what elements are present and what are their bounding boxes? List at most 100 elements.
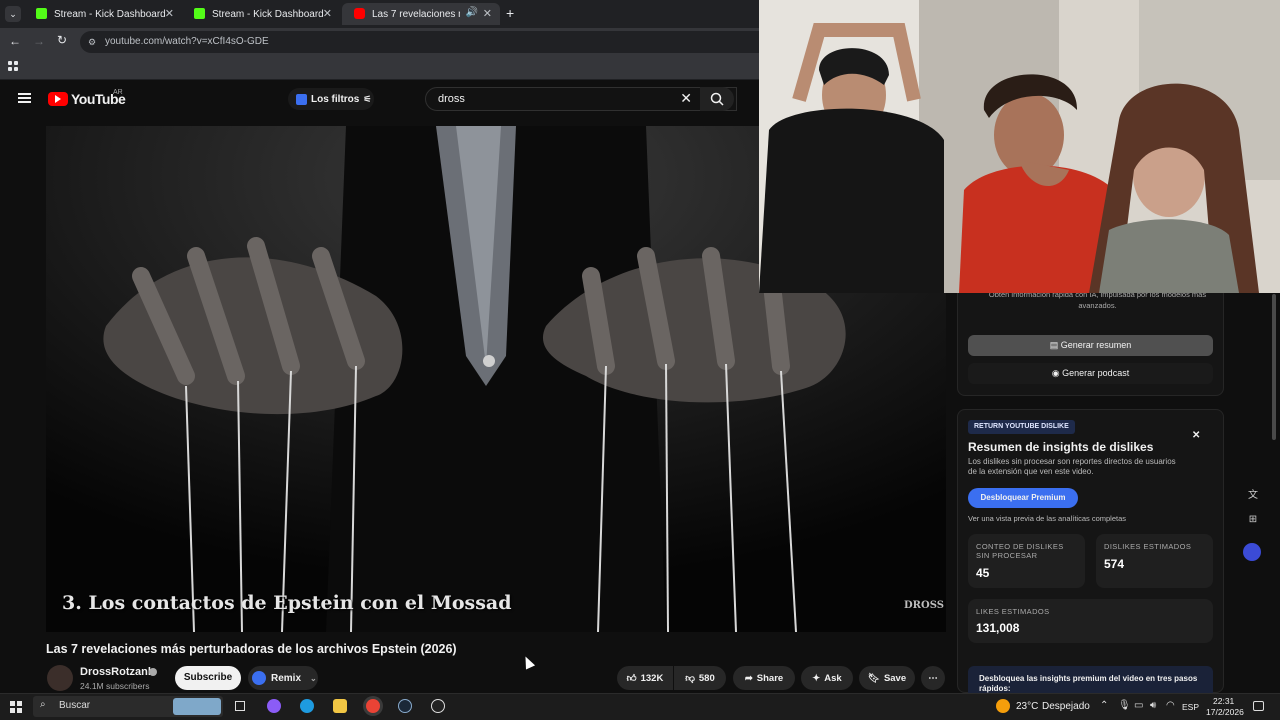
- tab-search-button[interactable]: ⌄: [5, 6, 21, 22]
- premium-steps-box: Desbloquea las insights premium del vide…: [968, 666, 1213, 694]
- generate-podcast-label: Generar podcast: [1062, 368, 1130, 378]
- channel-watermark: DROSS: [904, 600, 944, 611]
- ask-button[interactable]: ✦ Ask: [801, 666, 853, 690]
- language-indicator[interactable]: ESP: [1182, 702, 1199, 712]
- search-value: dross: [438, 93, 465, 105]
- kick-icon: [194, 8, 205, 19]
- weather-temp[interactable]: 23°C: [1016, 701, 1038, 712]
- ryd-description: Los dislikes sin procesar son reportes d…: [968, 457, 1176, 476]
- filters-label: Los filtros: [311, 93, 360, 105]
- dislike-count: 580: [698, 672, 715, 684]
- chevron-down-icon: ⌄: [310, 673, 317, 683]
- windows-start-icon[interactable]: [10, 701, 22, 713]
- bookmark-icon: 🔖︎: [867, 672, 880, 684]
- dislike-button[interactable]: 👎︎ 580: [674, 666, 726, 690]
- new-tab-button[interactable]: +: [506, 5, 514, 21]
- share-arrow-icon: ➦: [744, 672, 753, 684]
- tab-label: Stream - Kick Dashboard: [54, 8, 166, 20]
- weather-icon[interactable]: [996, 699, 1010, 713]
- more-horizontal-icon: ⋯: [928, 672, 938, 684]
- sliders-icon: ⚟: [363, 93, 372, 104]
- like-button[interactable]: 👍︎ 132K: [617, 666, 673, 690]
- channel-name[interactable]: DrossRotzank: [80, 666, 154, 678]
- generate-podcast-button[interactable]: ◉ Generar podcast: [968, 363, 1213, 384]
- edge-icon[interactable]: [300, 699, 314, 713]
- verified-check-icon: [149, 668, 157, 676]
- chrome-icon[interactable]: [366, 699, 380, 713]
- translate-icon[interactable]: 文: [1245, 486, 1261, 502]
- video-title: Las 7 revelaciones más perturbadoras de …: [46, 642, 457, 656]
- close-tab-icon[interactable]: ✕: [165, 7, 174, 20]
- webcam-overlay: [759, 0, 1280, 293]
- clock-time[interactable]: 22:31: [1213, 696, 1234, 706]
- extension-grid-icon[interactable]: ⊞: [1245, 514, 1261, 530]
- tab-label: Las 7 revelaciones más pert: [372, 8, 460, 20]
- share-button[interactable]: ➦ Share: [733, 666, 795, 690]
- mouse-cursor: [520, 654, 536, 670]
- tab-youtube-video[interactable]: Las 7 revelaciones más pert 🔊 ✕: [342, 3, 500, 25]
- volume-icon[interactable]: 🔊︎: [1150, 700, 1156, 711]
- ai-summary-panel: Obtén información rápida con IA, impulsa…: [957, 286, 1224, 396]
- apps-grid-icon[interactable]: [8, 61, 18, 71]
- taskbar-search-box[interactable]: ⌕ Buscar: [33, 696, 223, 717]
- thumbs-up-icon: 👍︎: [626, 673, 637, 684]
- tab-kick-dashboard-2[interactable]: Stream - Kick Dashboard ✕: [182, 3, 340, 25]
- kick-icon: [36, 8, 47, 19]
- unlock-premium-button[interactable]: Desbloquear Premium: [968, 488, 1078, 508]
- search-input[interactable]: dross ✕: [425, 87, 737, 111]
- save-button[interactable]: 🔖︎ Save: [859, 666, 915, 690]
- obs-icon[interactable]: [431, 699, 445, 713]
- close-tab-icon[interactable]: ✕: [483, 7, 492, 20]
- premium-steps-text: Desbloquea las insights premium del vide…: [979, 674, 1198, 693]
- meet-now-icon[interactable]: ▭: [1134, 700, 1143, 711]
- webcam-feed: [759, 0, 1280, 293]
- task-view-icon[interactable]: [235, 701, 245, 711]
- remix-button[interactable]: Remix ⌄: [248, 666, 318, 690]
- forward-arrow-icon[interactable]: →: [33, 34, 45, 48]
- close-tab-icon[interactable]: ✕: [323, 7, 332, 20]
- estimated-likes-card: LIKES ESTIMADOS 131,008: [968, 599, 1213, 643]
- more-actions-button[interactable]: ⋯: [921, 666, 945, 690]
- menu-hamburger-icon[interactable]: [18, 93, 31, 103]
- ryd-title: Resumen de insights de dislikes: [968, 440, 1154, 454]
- page-scrollbar[interactable]: [1271, 290, 1277, 693]
- ryd-badge: RETURN YOUTUBE DISLIKE: [968, 420, 1075, 434]
- wifi-icon[interactable]: ◠: [1166, 700, 1175, 711]
- raw-dislikes-card: CONTEO DE DISLIKES SIN PROCESAR 45: [968, 534, 1085, 588]
- assistant-bot-icon[interactable]: [1243, 543, 1261, 561]
- raw-dislikes-value: 45: [976, 566, 990, 580]
- close-panel-icon[interactable]: ✕: [1192, 430, 1200, 441]
- microphone-icon[interactable]: 🎙︎: [1118, 700, 1131, 711]
- ryd-panel: RETURN YOUTUBE DISLIKE ✕ Resumen de insi…: [957, 409, 1224, 694]
- notifications-icon[interactable]: [1253, 701, 1264, 711]
- url-field[interactable]: ⚙ youtube.com/watch?v=xCfI4sO-GDE: [80, 31, 780, 53]
- preview-analytics-link[interactable]: Ver una vista previa de las analíticas c…: [968, 514, 1126, 523]
- file-explorer-icon[interactable]: [333, 699, 347, 713]
- generate-summary-label: Generar resumen: [1060, 340, 1132, 350]
- tray-chevron-up-icon[interactable]: ⌃: [1100, 700, 1108, 711]
- search-button[interactable]: [700, 87, 734, 111]
- weather-desc[interactable]: Despejado: [1042, 701, 1090, 712]
- generate-summary-button[interactable]: ▤ Generar resumen: [968, 335, 1213, 356]
- clear-search-icon[interactable]: ✕: [680, 87, 692, 109]
- raw-dislikes-label: CONTEO DE DISLIKES SIN PROCESAR: [976, 542, 1064, 560]
- scrollbar-thumb[interactable]: [1272, 294, 1276, 440]
- estimated-dislikes-label: DISLIKES ESTIMADOS: [1104, 542, 1192, 551]
- podcast-icon: ◉: [1051, 368, 1063, 378]
- sparkle-icon: ✦: [812, 672, 821, 684]
- share-label: Share: [756, 672, 784, 684]
- subscribe-button[interactable]: Subscribe: [175, 666, 241, 690]
- site-info-icon[interactable]: ⚙: [88, 31, 96, 53]
- reload-icon[interactable]: ↻: [57, 33, 67, 47]
- copilot-icon[interactable]: [267, 699, 281, 713]
- back-arrow-icon[interactable]: ←: [9, 34, 21, 48]
- clock-date[interactable]: 17/2/2026: [1206, 707, 1244, 717]
- channel-avatar[interactable]: [47, 665, 73, 691]
- audio-playing-icon[interactable]: 🔊: [466, 7, 478, 18]
- estimated-likes-value: 131,008: [976, 621, 1020, 635]
- region-code: AR: [113, 89, 123, 96]
- video-caption: 3. Los contactos de Epstein con el Mossa…: [62, 592, 512, 614]
- steam-icon[interactable]: [398, 699, 412, 713]
- filters-button[interactable]: Los filtros ⚟: [288, 88, 374, 110]
- tab-kick-dashboard-1[interactable]: Stream - Kick Dashboard ✕: [24, 3, 182, 25]
